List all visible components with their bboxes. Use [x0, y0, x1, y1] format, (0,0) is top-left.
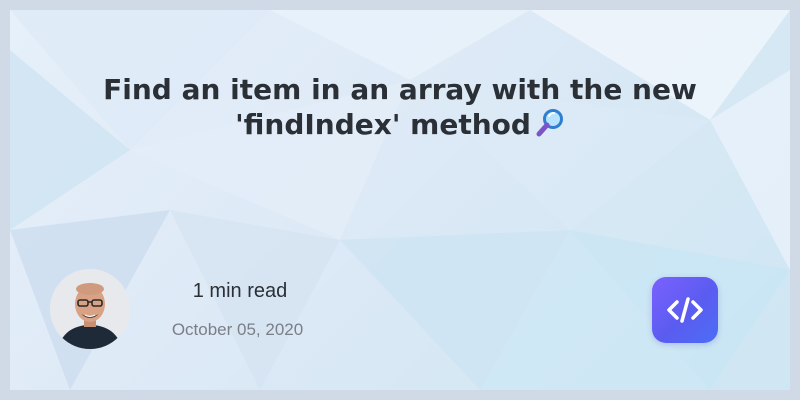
read-time: 1 min read: [192, 280, 288, 302]
social-card: Find an item in an array with the new 'f…: [10, 10, 790, 390]
site-logo: [652, 277, 718, 343]
post-title: Find an item in an array with the new 'f…: [70, 72, 730, 142]
code-icon: [667, 297, 703, 323]
post-title-line-1: Find an item in an array with the new: [103, 73, 697, 106]
post-title-line-2: 'findIndex' method: [70, 107, 730, 142]
author-avatar: [50, 269, 130, 349]
magnifying-glass-icon: [536, 109, 563, 137]
author-photo: [50, 269, 130, 349]
post-title-line-2-text: 'findIndex' method: [235, 108, 531, 141]
publish-date: October 05, 2020: [171, 320, 304, 339]
